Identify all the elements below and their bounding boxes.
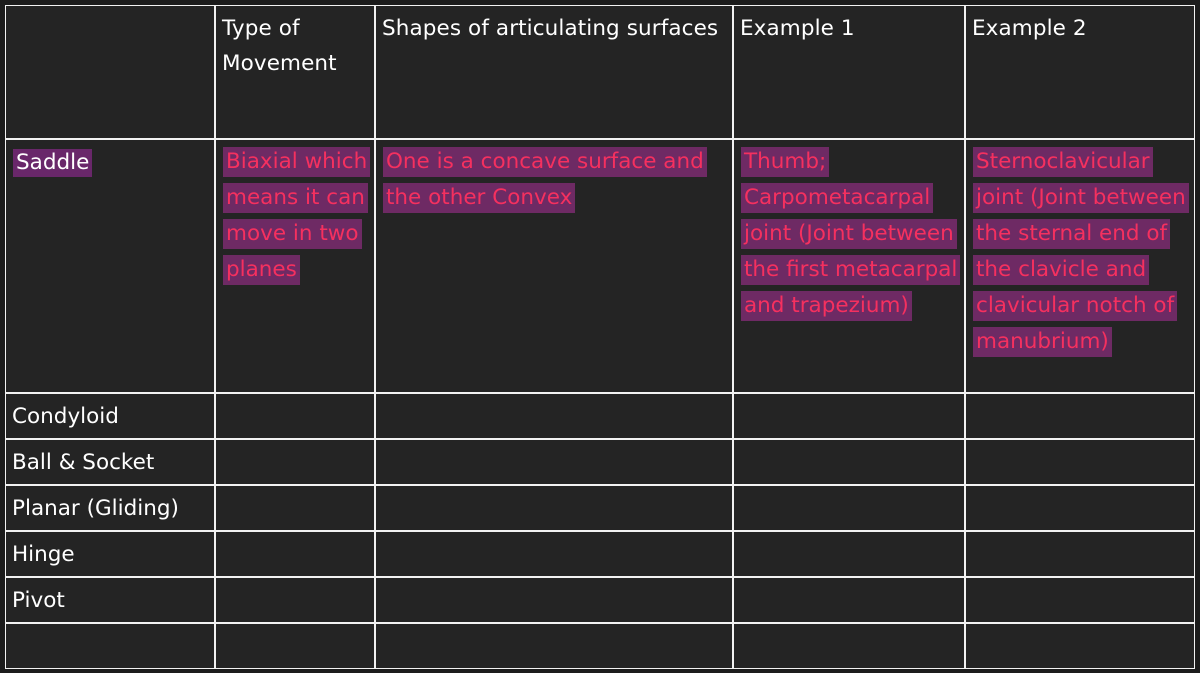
cell-movement-saddle: Biaxial which means it can move in two p…	[215, 139, 375, 393]
cell-shapes-hinge	[375, 531, 733, 577]
table-row-condyloid: Condyloid	[5, 393, 1195, 439]
row-label-planar-gliding: Planar (Gliding)	[12, 496, 179, 521]
cell-example1-ball-and-socket	[733, 439, 965, 485]
cell-joint-type-ball-and-socket: Ball & Socket	[5, 439, 215, 485]
cell-example2-hinge	[965, 531, 1195, 577]
row-label-condyloid: Condyloid	[12, 404, 119, 429]
cell-example1-planar-gliding	[733, 485, 965, 531]
row-label-hinge: Hinge	[12, 542, 75, 567]
table-row-planar-gliding: Planar (Gliding)	[5, 485, 1195, 531]
cell-shapes-pivot	[375, 577, 733, 623]
cell-example2-blank	[965, 623, 1195, 669]
cell-joint-type-condyloid: Condyloid	[5, 393, 215, 439]
cell-shapes-blank	[375, 623, 733, 669]
header-cell-joint-type	[5, 5, 215, 139]
cell-shapes-ball-and-socket	[375, 439, 733, 485]
table-row-ball-and-socket: Ball & Socket	[5, 439, 1195, 485]
row-label-saddle: Saddle	[13, 149, 93, 177]
row-label-pivot: Pivot	[12, 588, 65, 613]
cell-movement-planar-gliding	[215, 485, 375, 531]
cell-shapes-planar-gliding	[375, 485, 733, 531]
cell-joint-type-pivot: Pivot	[5, 577, 215, 623]
cell-example2-pivot	[965, 577, 1195, 623]
cell-example2-planar-gliding	[965, 485, 1195, 531]
header-label-movement: Type of Movement	[222, 16, 337, 76]
table-row-pivot: Pivot	[5, 577, 1195, 623]
header-cell-movement: Type of Movement	[215, 5, 375, 139]
header-label-example1: Example 1	[740, 16, 855, 41]
cell-shapes-condyloid	[375, 393, 733, 439]
header-cell-example1: Example 1	[733, 5, 965, 139]
value-shapes-saddle: One is a concave surface and the other C…	[383, 147, 707, 213]
cell-joint-type-saddle: Saddle	[5, 139, 215, 393]
header-cell-example2: Example 2	[965, 5, 1195, 139]
cell-example2-ball-and-socket	[965, 439, 1195, 485]
cell-movement-pivot	[215, 577, 375, 623]
row-label-ball-and-socket: Ball & Socket	[12, 450, 155, 475]
table-row-blank	[5, 623, 1195, 669]
header-cell-shapes: Shapes of articulating surfaces	[375, 5, 733, 139]
cell-example1-saddle: Thumb; Carpometacarpal joint (Joint betw…	[733, 139, 965, 393]
cell-movement-hinge	[215, 531, 375, 577]
value-example2-saddle: Sternoclavicular joint (Joint between th…	[973, 147, 1189, 357]
cell-example1-pivot	[733, 577, 965, 623]
value-example1-saddle: Thumb; Carpometacarpal joint (Joint betw…	[741, 147, 961, 321]
table-row-saddle: Saddle Biaxial which means it can move i…	[5, 139, 1195, 393]
joint-types-table: Type of Movement Shapes of articulating …	[5, 5, 1195, 669]
cell-example2-saddle: Sternoclavicular joint (Joint between th…	[965, 139, 1195, 393]
value-movement-saddle: Biaxial which means it can move in two p…	[223, 147, 371, 285]
cell-movement-blank	[215, 623, 375, 669]
table-row-hinge: Hinge	[5, 531, 1195, 577]
table-header-row: Type of Movement Shapes of articulating …	[5, 5, 1195, 139]
cell-joint-type-blank	[5, 623, 215, 669]
cell-example1-condyloid	[733, 393, 965, 439]
header-label-shapes: Shapes of articulating surfaces	[382, 16, 719, 41]
header-label-example2: Example 2	[972, 16, 1087, 41]
cell-movement-condyloid	[215, 393, 375, 439]
cell-example1-hinge	[733, 531, 965, 577]
cell-example2-condyloid	[965, 393, 1195, 439]
cell-example1-blank	[733, 623, 965, 669]
cell-shapes-saddle: One is a concave surface and the other C…	[375, 139, 733, 393]
cell-joint-type-planar-gliding: Planar (Gliding)	[5, 485, 215, 531]
cell-joint-type-hinge: Hinge	[5, 531, 215, 577]
slide-canvas: Type of Movement Shapes of articulating …	[0, 0, 1200, 673]
cell-movement-ball-and-socket	[215, 439, 375, 485]
